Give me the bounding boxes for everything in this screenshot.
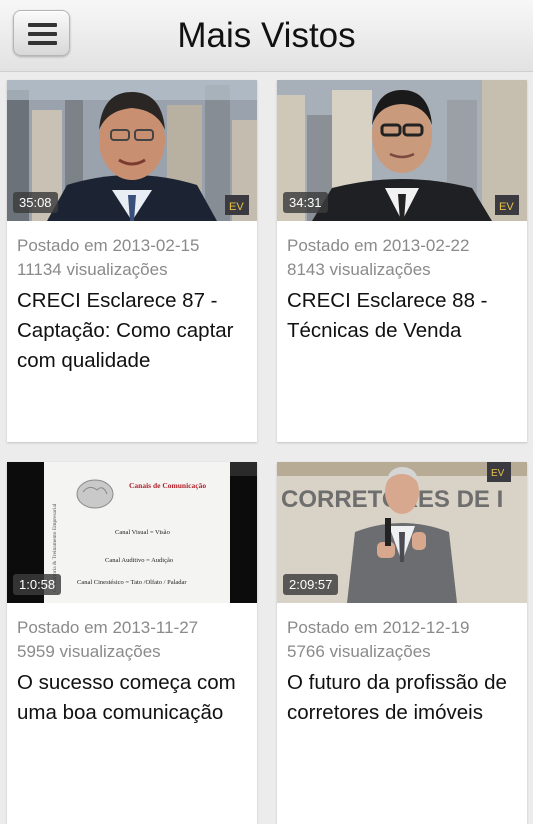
slide-line: Canal Cinestésico = Tato /Olfato / Palad… [77, 579, 187, 586]
page-title: Mais Vistos [177, 16, 356, 55]
video-title[interactable]: O futuro da profissão de corretores de i… [287, 668, 517, 728]
video-posted-date: Postado em 2012-12-19 [287, 618, 470, 637]
svg-text:EV: EV [229, 201, 244, 213]
svg-text:EV: EV [491, 468, 505, 479]
app-header: Mais Vistos [0, 0, 533, 72]
slide-line: Canal Auditivo = Audição [105, 557, 173, 564]
video-title[interactable]: O sucesso começa com uma boa comunicação [17, 668, 247, 728]
video-view-count: 5959 visualizações [17, 642, 161, 661]
video-thumbnail[interactable]: CORRETORES DE I EV 2:09:57 [277, 462, 527, 603]
video-duration: 2:09:57 [283, 574, 339, 595]
video-duration: 34:31 [283, 192, 328, 213]
video-duration: 1:0:58 [13, 574, 62, 595]
video-title[interactable]: CRECI Esclarece 87 - Captação: Como capt… [17, 286, 247, 376]
video-posted-date: Postado em 2013-02-22 [287, 236, 470, 255]
video-view-count: 11134 visualizações [17, 260, 168, 279]
svg-text:EV: EV [499, 201, 514, 213]
hamburger-menu-icon-bar [28, 32, 57, 36]
video-view-count: 5766 visualizações [287, 642, 431, 661]
slide-line: Canal Visual = Visão [115, 529, 170, 536]
video-view-count: 8143 visualizações [287, 260, 431, 279]
video-card[interactable]: CORRETORES DE I EV 2:09:57 Postado em 20… [277, 462, 527, 824]
video-thumbnail[interactable]: Canais de Comunicação Canal Visual = Vis… [7, 462, 257, 603]
video-duration: 35:08 [13, 192, 58, 213]
video-card[interactable]: Canais de Comunicação Canal Visual = Vis… [7, 462, 257, 824]
video-posted-date: Postado em 2013-11-27 [17, 618, 199, 637]
video-thumbnail[interactable]: EV 34:31 [277, 80, 527, 221]
video-posted-date: Postado em 2013-02-15 [17, 236, 200, 255]
hamburger-menu-icon-bar [28, 41, 57, 45]
video-thumbnail[interactable]: EV 35:08 [7, 80, 257, 221]
menu-button[interactable] [13, 10, 70, 56]
hamburger-menu-icon [28, 23, 57, 27]
slide-heading: Canais de Comunicação [129, 481, 206, 490]
video-card[interactable]: EV 35:08 Postado em 2013-02-15 11134 vis… [7, 80, 257, 442]
video-card[interactable]: EV 34:31 Postado em 2013-02-22 8143 visu… [277, 80, 527, 442]
video-title[interactable]: CRECI Esclarece 88 - Técnicas de Venda [287, 286, 517, 346]
